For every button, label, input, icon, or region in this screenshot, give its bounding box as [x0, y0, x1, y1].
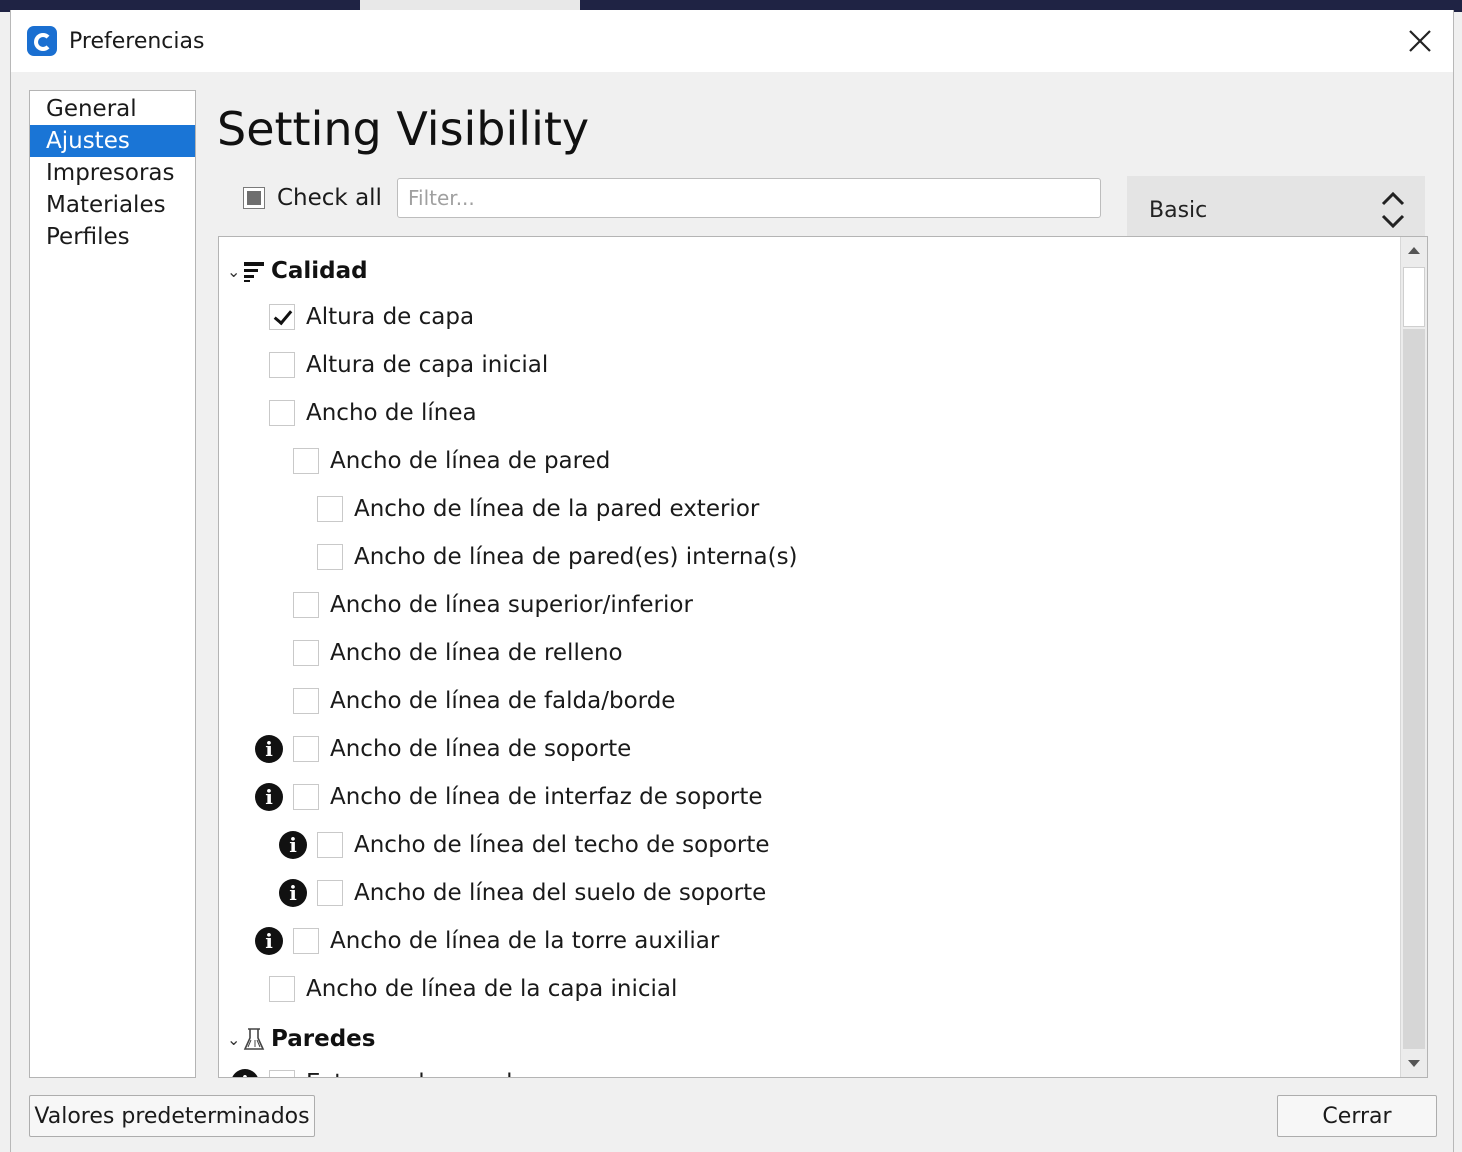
- updown-chevron-icon: [1381, 191, 1405, 229]
- chevron-down-icon: ⌄: [227, 1029, 241, 1049]
- setting-row: Extrusor de pared: [269, 1059, 512, 1077]
- cura-app-icon: [27, 26, 57, 56]
- info-icon[interactable]: i: [279, 831, 307, 859]
- setting-visibility-checkbox[interactable]: [317, 544, 343, 570]
- setting-label: Ancho de línea del techo de soporte: [354, 832, 770, 858]
- setting-label: Ancho de línea de la pared exterior: [354, 496, 760, 522]
- scroll-track[interactable]: [1403, 329, 1425, 1049]
- filter-input[interactable]: [397, 178, 1101, 218]
- setting-row: Ancho de línea del techo de soporte: [317, 821, 770, 869]
- close-window-button[interactable]: [1399, 20, 1441, 62]
- setting-label: Ancho de línea superior/inferior: [330, 592, 693, 618]
- setting-visibility-checkbox[interactable]: [293, 736, 319, 762]
- nav-item-materiales[interactable]: Materiales: [30, 189, 195, 221]
- setting-visibility-checkbox[interactable]: [317, 880, 343, 906]
- setting-visibility-checkbox[interactable]: [269, 976, 295, 1002]
- setting-label: Altura de capa inicial: [306, 352, 549, 378]
- setting-label: Ancho de línea de la torre auxiliar: [330, 928, 720, 954]
- category-label: Calidad: [271, 258, 368, 284]
- check-all-checkbox[interactable]: Check all: [243, 178, 382, 218]
- setting-label: Ancho de línea de la capa inicial: [306, 976, 678, 1002]
- setting-visibility-checkbox[interactable]: [293, 688, 319, 714]
- nav-item-perfiles[interactable]: Perfiles: [30, 221, 195, 253]
- setting-row: Ancho de línea de pared(es) interna(s): [317, 533, 798, 581]
- setting-label: Ancho de línea de interfaz de soporte: [330, 784, 763, 810]
- title-bar: Preferencias: [11, 10, 1453, 72]
- setting-label: Altura de capa: [306, 304, 475, 330]
- nav-item-general[interactable]: General: [30, 93, 195, 125]
- chevron-down-icon: ⌄: [227, 261, 241, 281]
- check-all-label: Check all: [277, 185, 382, 211]
- info-icon[interactable]: i: [255, 927, 283, 955]
- close-button[interactable]: Cerrar: [1277, 1095, 1437, 1137]
- setting-label: Ancho de línea de falda/borde: [330, 688, 676, 714]
- setting-row: Altura de capa: [269, 293, 474, 341]
- setting-visibility-checkbox[interactable]: [269, 400, 295, 426]
- info-icon[interactable]: i: [255, 783, 283, 811]
- setting-visibility-checkbox[interactable]: [269, 1070, 295, 1077]
- setting-label: Ancho de línea: [306, 400, 477, 426]
- setting-visibility-checkbox[interactable]: [269, 304, 295, 330]
- preferences-dialog: Preferencias General Ajustes Impresoras …: [10, 10, 1454, 1152]
- walls-icon: [243, 1026, 265, 1052]
- setting-visibility-checkbox[interactable]: [269, 352, 295, 378]
- setting-label: Ancho de línea de pared: [330, 448, 611, 474]
- setting-row: Ancho de línea de la capa inicial: [269, 965, 677, 1013]
- setting-label: Ancho de línea de relleno: [330, 640, 623, 666]
- setting-visibility-checkbox[interactable]: [293, 784, 319, 810]
- setting-row: Ancho de línea de falda/borde: [293, 677, 675, 725]
- setting-row: Ancho de línea de relleno: [293, 629, 623, 677]
- page-title: Setting Visibility: [217, 102, 590, 156]
- scroll-down-button[interactable]: [1401, 1051, 1427, 1077]
- preferences-nav: General Ajustes Impresoras Materiales Pe…: [29, 90, 196, 1078]
- setting-label: Ancho de línea de soporte: [330, 736, 632, 762]
- quality-icon: [243, 258, 265, 284]
- triangle-up-icon: [1408, 247, 1420, 254]
- nav-item-ajustes[interactable]: Ajustes: [30, 125, 195, 157]
- check-all-box[interactable]: [243, 187, 265, 209]
- info-icon[interactable]: i: [279, 879, 307, 907]
- setting-visibility-checkbox[interactable]: [293, 928, 319, 954]
- scroll-up-button[interactable]: [1401, 237, 1427, 263]
- setting-visibility-checkbox[interactable]: [317, 496, 343, 522]
- setting-row: Ancho de línea de soporte: [293, 725, 631, 773]
- scroll-thumb[interactable]: [1403, 267, 1425, 327]
- setting-label: Ancho de línea de pared(es) interna(s): [354, 544, 798, 570]
- setting-row: Ancho de línea de la pared exterior: [317, 485, 759, 533]
- setting-row: Ancho de línea: [269, 389, 477, 437]
- setting-visibility-checkbox[interactable]: [293, 640, 319, 666]
- vertical-scrollbar[interactable]: [1400, 237, 1427, 1077]
- setting-row: Ancho de línea del suelo de soporte: [317, 869, 766, 917]
- setting-visibility-checkbox[interactable]: [293, 592, 319, 618]
- nav-item-impresoras[interactable]: Impresoras: [30, 157, 195, 189]
- setting-row: Ancho de línea de pared: [293, 437, 610, 485]
- info-icon[interactable]: i: [231, 1069, 259, 1077]
- reset-defaults-button[interactable]: Valores predeterminados: [29, 1095, 315, 1137]
- visibility-preset-select[interactable]: Basic: [1127, 176, 1425, 244]
- setting-visibility-checkbox[interactable]: [293, 448, 319, 474]
- close-icon: [1409, 30, 1431, 52]
- info-icon[interactable]: i: [255, 735, 283, 763]
- setting-visibility-checkbox[interactable]: [317, 832, 343, 858]
- setting-row: Altura de capa inicial: [269, 341, 548, 389]
- preset-value: Basic: [1149, 198, 1208, 223]
- category-label: Paredes: [271, 1026, 376, 1052]
- settings-list-panel: ⌄ Calidad Altura de capa Altura de capa ini…: [218, 236, 1428, 1078]
- triangle-down-icon: [1408, 1060, 1420, 1067]
- setting-row: Ancho de línea de la torre auxiliar: [293, 917, 719, 965]
- category-paredes[interactable]: ⌄ Paredes: [227, 1019, 375, 1059]
- setting-label: Extrusor de pared: [306, 1070, 512, 1077]
- setting-row: Ancho de línea superior/inferior: [293, 581, 693, 629]
- window-title: Preferencias: [69, 29, 205, 54]
- setting-label: Ancho de línea del suelo de soporte: [354, 880, 767, 906]
- category-calidad[interactable]: ⌄ Calidad: [227, 251, 368, 291]
- setting-row: Ancho de línea de interfaz de soporte: [293, 773, 763, 821]
